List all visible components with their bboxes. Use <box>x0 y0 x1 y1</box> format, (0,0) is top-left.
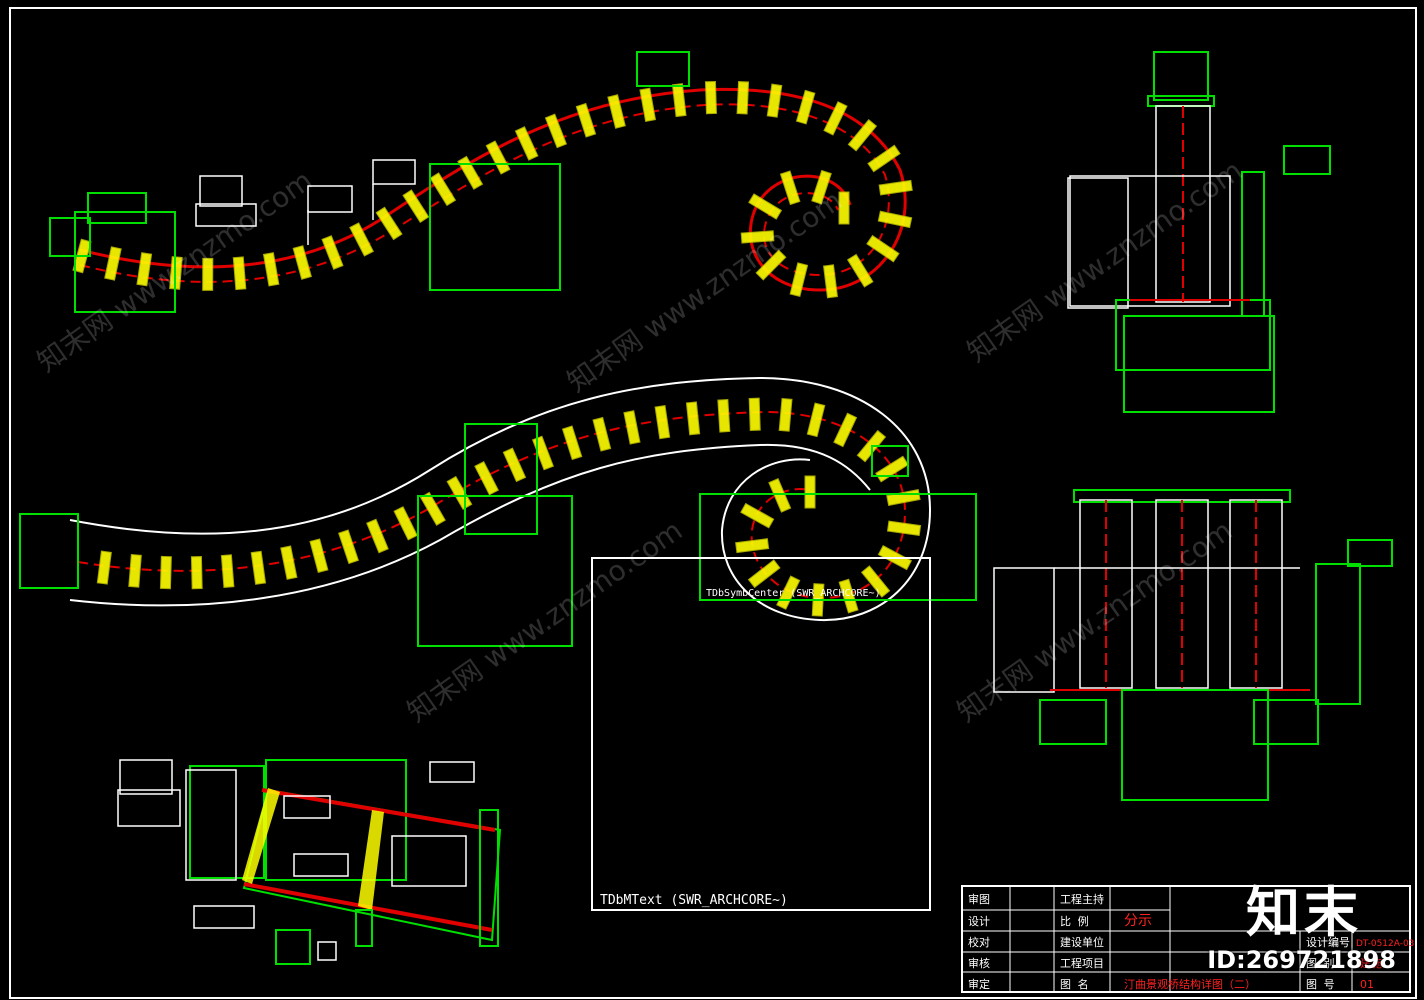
stepping-stone <box>789 262 809 297</box>
stepping-stone <box>717 398 731 433</box>
middle-right-section <box>993 489 1393 801</box>
stepping-stone <box>795 89 816 125</box>
stepping-stone <box>232 256 247 291</box>
stepping-stone <box>878 179 913 196</box>
stepping-stone <box>639 87 657 123</box>
top-callout-4 <box>429 163 561 291</box>
stepping-stone <box>309 538 329 574</box>
middle-plan: TDbSymbCenter (SWR_ARCHCORE~) <box>19 376 977 647</box>
tb-r4-c1: 审定 <box>968 977 990 991</box>
stepping-stone <box>190 556 203 590</box>
stepping-stone <box>704 80 717 115</box>
stepping-stone <box>262 252 280 287</box>
tb-r4-c2: 图 名 <box>1060 977 1089 991</box>
stepping-stone <box>877 210 913 229</box>
stepping-stone <box>250 550 267 585</box>
top-note-3 <box>307 185 353 213</box>
brand-id: ID:269721898 <box>1207 946 1396 974</box>
top-note-1 <box>199 175 243 207</box>
mid-callout-1 <box>19 513 79 589</box>
stepping-stone <box>419 491 446 526</box>
stepping-stone <box>804 475 816 509</box>
stepping-stone <box>474 461 499 496</box>
stepping-stone <box>96 550 112 585</box>
stepping-stone <box>104 246 122 281</box>
top-right-section <box>1067 51 1331 413</box>
tb-r4-c3: 汀曲景观桥结构详图（二） <box>1124 977 1256 991</box>
stepping-stone <box>766 83 783 118</box>
stepping-stone <box>671 83 687 118</box>
stepping-stone <box>778 397 793 432</box>
stepping-stone <box>886 489 921 507</box>
tb-r4-c5: 01 <box>1360 978 1374 991</box>
top-note-4 <box>372 159 416 185</box>
tb-r2-c1: 校对 <box>968 935 990 949</box>
stepping-stone <box>280 545 298 580</box>
stepping-stone <box>654 405 671 440</box>
stepping-stone <box>846 253 874 288</box>
mid-callout-2 <box>464 423 538 535</box>
mtext-frame <box>591 557 931 911</box>
tb-r1-c1: 设计 <box>968 915 990 928</box>
tb-r2-c2: 建设单位 <box>1060 935 1104 949</box>
stepping-stone <box>866 234 900 263</box>
stepping-stone <box>607 94 626 129</box>
tb-r1-c3: 分示 <box>1124 913 1152 929</box>
stepping-stone <box>768 478 792 513</box>
tb-r3-c2: 工程项目 <box>1060 957 1104 970</box>
stepping-stone <box>740 230 775 244</box>
mtext-small-label: TDbSymbCenter (SWR_ARCHCORE~) <box>706 588 881 599</box>
stepping-stone <box>485 140 511 175</box>
tb-r4-c4: 图 号 <box>1306 978 1335 991</box>
top-note-2 <box>195 203 257 227</box>
stepping-stone <box>136 252 153 287</box>
stepping-stone <box>736 81 750 115</box>
stepping-stone <box>833 412 858 448</box>
stepping-stone <box>735 538 770 554</box>
stepping-stone <box>823 264 838 299</box>
stepping-stone <box>375 206 403 241</box>
stepping-stone <box>740 502 775 529</box>
stepping-stone <box>128 553 142 588</box>
stepping-stone <box>886 520 922 537</box>
bottom-left-detail <box>117 759 502 965</box>
brand-logo: 知末 <box>1246 881 1362 944</box>
stepping-stone <box>202 257 214 291</box>
stepping-stone <box>502 447 527 483</box>
stepping-stone <box>838 191 850 225</box>
top-plan <box>49 51 913 313</box>
tb-r0-c2: 工程主持 <box>1060 892 1104 906</box>
stepping-stone <box>875 455 909 483</box>
stepping-stone <box>685 401 701 436</box>
cad-drawing-canvas: TDbSymbCenter (SWR_ARCHCORE~) TDbMText (… <box>9 7 1417 999</box>
mtext-label: TDbMText (SWR_ARCHCORE~) <box>600 893 788 908</box>
stepping-stone <box>748 397 761 431</box>
top-callout-3 <box>87 192 147 224</box>
tb-r3-c1: 审核 <box>968 956 990 970</box>
stepping-stone <box>220 554 235 588</box>
stepping-stone <box>159 555 172 590</box>
stepping-stone <box>338 529 359 565</box>
tb-r1-c2: 比 例 <box>1060 914 1089 928</box>
top-callout-5 <box>636 51 690 87</box>
stepping-stone <box>292 245 312 280</box>
stepping-stone <box>446 475 473 511</box>
stepping-stone <box>393 506 418 541</box>
tb-r0-c1: 审图 <box>968 892 990 906</box>
